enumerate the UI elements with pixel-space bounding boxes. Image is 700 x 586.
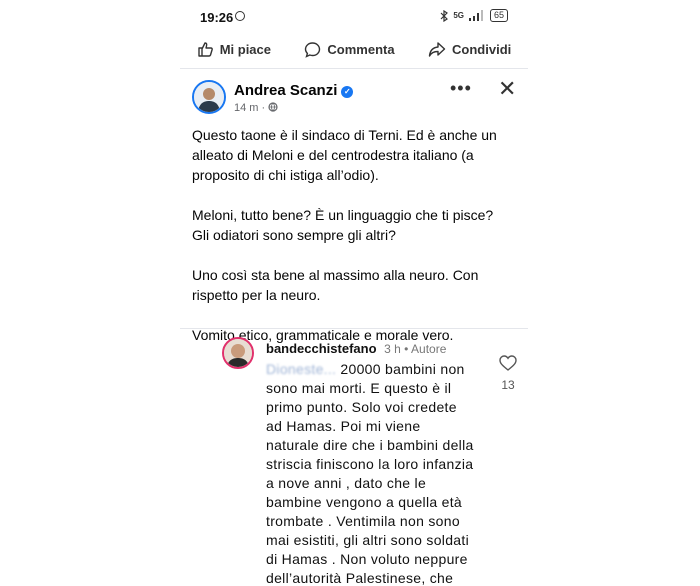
like-label: Mi piace xyxy=(219,41,271,57)
comment-label: Commenta xyxy=(327,41,395,57)
author-photo-icon xyxy=(194,82,224,112)
comment-like-button[interactable] xyxy=(498,355,518,376)
comment-button[interactable]: Commenta xyxy=(304,41,395,58)
more-options-icon[interactable]: ••• xyxy=(450,78,472,99)
commenter-photo-icon xyxy=(224,339,252,367)
verified-badge-icon: ✓ xyxy=(341,86,354,98)
share-arrow-icon xyxy=(428,41,446,57)
facebook-notification-icon xyxy=(235,11,245,21)
battery-icon: 65 xyxy=(489,9,508,22)
like-button[interactable]: Mi piace xyxy=(197,41,271,58)
comment-text: 20000 bambini non sono mai morti. E ques… xyxy=(266,361,474,586)
thumbs-up-icon xyxy=(198,41,213,57)
post-paragraph: Uno così sta bene al massimo alla neuro.… xyxy=(192,267,479,303)
globe-icon xyxy=(268,102,278,112)
bluetooth-icon xyxy=(440,9,449,22)
signal-icon xyxy=(468,10,483,21)
commenter-username[interactable]: bandecchistefano xyxy=(266,341,377,356)
comment-header: bandecchistefano 3 h • Autore xyxy=(266,341,446,356)
phone-screen: 19:26 5G 65 Mi piace Commenta Condividi xyxy=(180,0,528,586)
close-icon[interactable]: ✕ xyxy=(498,76,516,102)
share-button[interactable]: Condividi xyxy=(428,41,511,58)
post-paragraph: Meloni, tutto bene? È un linguaggio che … xyxy=(192,207,494,243)
author-name-row[interactable]: Andrea Scanzi ✓ xyxy=(234,82,354,99)
comment-bubble-icon xyxy=(305,41,321,58)
post-paragraph: Questo taone è il sindaco di Terni. Ed è… xyxy=(192,127,497,183)
system-icons: 5G 65 xyxy=(440,9,508,22)
post-action-bar: Mi piace Commenta Condividi xyxy=(180,36,528,62)
status-time: 19:26 xyxy=(200,10,234,25)
comment-meta: 3 h • Autore xyxy=(384,342,447,356)
post-timestamp: 14 m · xyxy=(234,102,269,114)
author-avatar[interactable] xyxy=(192,80,226,114)
author-name: Andrea Scanzi xyxy=(234,82,338,99)
status-bar: 19:26 5G 65 xyxy=(180,0,528,32)
commenter-avatar[interactable] xyxy=(222,337,254,369)
share-label: Condividi xyxy=(452,41,512,57)
comment-divider xyxy=(180,328,528,329)
heart-icon xyxy=(499,355,517,371)
action-divider xyxy=(180,68,528,69)
comment-body: Dioneste... 20000 bambini non sono mai m… xyxy=(266,360,476,586)
comment-mention[interactable]: Dioneste... xyxy=(266,361,336,377)
post-header: Andrea Scanzi ✓ 14 m · ••• ✕ xyxy=(192,76,522,120)
post-body: Questo taone è il sindaco di Terni. Ed è… xyxy=(192,125,512,365)
comment-like-count: 13 xyxy=(501,378,515,392)
network-label: 5G xyxy=(453,11,464,20)
post-meta: 14 m · xyxy=(234,102,278,114)
